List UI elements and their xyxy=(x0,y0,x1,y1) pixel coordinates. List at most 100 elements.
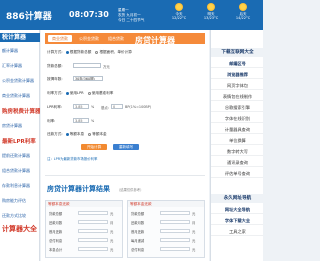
result-unit: 元 xyxy=(110,212,114,216)
calc-mode-row: 计算方式: 根据贷款总额 根据面积、单价计算 xyxy=(47,50,132,55)
loan-total-label: 贷款总额: xyxy=(47,64,63,68)
result-unit: 元 xyxy=(110,239,114,243)
result-label: 首月还款 xyxy=(131,230,145,234)
left-nav-item[interactable]: 商业贷款计算器 xyxy=(0,93,40,99)
right-nav-item[interactable]: 邮编区号 xyxy=(211,59,263,68)
rate-input[interactable]: 3.85 xyxy=(73,118,89,123)
weather-today[interactable]: 今天 12/22°C xyxy=(167,3,191,20)
lpr-note: 注：LPR为最新贷款市场报价利率 xyxy=(47,157,98,161)
loan-total-unit: 万元 xyxy=(103,65,110,69)
result-unit: 元 xyxy=(192,248,196,252)
rate-mode-row: 利率方式: 使用LPR 使用基准利率 xyxy=(47,91,113,96)
right-nav-item[interactable]: 通讯录查询 xyxy=(211,158,263,167)
tab-commercial-loan[interactable]: 商业贷款 xyxy=(48,35,72,42)
left-nav-item[interactable]: 组合贷款计算器 xyxy=(0,168,40,174)
right-nav-item[interactable]: 计量器具查询 xyxy=(211,125,263,134)
radio-by-total-label: 根据贷款总额 xyxy=(69,50,92,54)
weather-temp: 12/22°C xyxy=(171,16,187,20)
left-sidebar: 税计算器 额计算器 汇率计算器 公积金贷款计算器 商业贷款计算器 购房税费计算器… xyxy=(0,30,40,261)
result-value-field xyxy=(160,229,190,233)
reset-button[interactable]: 重新填写 xyxy=(113,144,139,150)
base-point-input[interactable]: 0 xyxy=(111,104,123,109)
right-nav-item[interactable]: 字体在线识别 xyxy=(211,114,263,123)
right-nav-item[interactable]: 单位换算 xyxy=(211,136,263,145)
lpr-label: LPR利率: xyxy=(47,105,63,109)
left-nav-item[interactable]: 公积金贷款计算器 xyxy=(0,78,40,84)
right-nav-item[interactable]: 表情包在线制作 xyxy=(211,92,263,101)
radio-by-total[interactable] xyxy=(65,50,69,54)
right-nav-item[interactable]: 字体下载大全 xyxy=(211,216,263,225)
left-nav-item[interactable]: 汇率计算器 xyxy=(0,63,40,69)
left-nav-item[interactable]: 存款利息计算器 xyxy=(0,183,40,189)
tab-provident-fund-loan[interactable]: 公积金贷款 xyxy=(76,35,102,42)
left-nav-item-highlight[interactable]: 购房税费计算器 xyxy=(0,107,40,115)
left-nav-item[interactable]: 额计算器 xyxy=(0,48,40,54)
right-nav-item[interactable]: 浏览器推荐 xyxy=(211,70,263,79)
right-nav-item[interactable]: 网页字体包 xyxy=(211,81,263,90)
left-nav-title[interactable]: 税计算器 xyxy=(0,33,40,42)
result-unit: 元 xyxy=(192,230,196,234)
loan-term-select[interactable]: 30年(360期) xyxy=(73,76,103,81)
solar-term: 今日 二十四节气 xyxy=(118,18,145,22)
right-sidebar: 下载互联网大全 邮编区号 浏览器推荐 网页字体包 表情包在线制作 谷歌搜索引擎 … xyxy=(210,30,263,261)
date-info: 星期一 农历 九月初一 今日 二十四节气 xyxy=(118,8,144,23)
sun-icon xyxy=(239,3,247,11)
result-label: 还款月数 xyxy=(131,221,145,225)
result-label: 贷款总额 xyxy=(49,212,63,216)
result-label: 还款月数 xyxy=(49,221,63,225)
calculator-titlebar: 商业贷款 公积金贷款 组合贷款 房贷计算器 xyxy=(45,33,205,45)
left-nav-item[interactable]: 购房能力评估 xyxy=(0,198,40,204)
result-equal-principal: 等额本金还款 贷款总额 元 还款月数 月 首月还款 元 每月递减 元 总付利息 … xyxy=(127,200,205,258)
result-value-field xyxy=(160,211,190,215)
right-nav-item[interactable]: 工具之家 xyxy=(211,227,263,236)
result-value-field xyxy=(78,247,108,251)
calculator-panel: 商业贷款 公积金贷款 组合贷款 房贷计算器 计算方式: 根据贷款总额 根据面积、… xyxy=(41,30,209,261)
result-label: 总付利息 xyxy=(131,248,145,252)
loan-total-input[interactable] xyxy=(73,63,101,68)
right-nav-item[interactable]: 谷歌搜索引擎 xyxy=(211,103,263,112)
result-unit: 元 xyxy=(192,212,196,216)
result-title: 房贷计算器计算结果 xyxy=(47,185,110,193)
loan-term-label: 按揭年数: xyxy=(47,77,63,81)
site-logo[interactable]: 886计算器 xyxy=(6,9,52,22)
result-value-field xyxy=(160,220,190,224)
radio-use-base-rate[interactable] xyxy=(87,91,91,95)
result-equal-installment: 等额本息还款 贷款总额 元 还款月数 月 首月还款 元 总付利息 元 本息合计 … xyxy=(45,200,123,258)
rate-unit: % xyxy=(91,119,95,123)
left-nav-all-calculators[interactable]: 计算器大全 xyxy=(0,224,40,234)
result-head: 等额本息还款 xyxy=(46,201,122,207)
result-label: 每月递减 xyxy=(131,239,145,243)
right-nav-item[interactable]: 网址大全导航 xyxy=(211,205,263,214)
lpr-input[interactable]: 3.85 xyxy=(73,104,89,109)
weather-temp: 14/22°C xyxy=(235,16,251,20)
result-head: 等额本金还款 xyxy=(128,201,204,207)
radio-use-lpr[interactable] xyxy=(65,91,69,95)
left-nav-item[interactable]: 房贷计算器 xyxy=(0,123,40,129)
result-subtitle: （结果仅供参考） xyxy=(117,188,144,192)
right-nav-item[interactable]: 数字转大写 xyxy=(211,147,263,156)
left-nav-item[interactable]: 还款方式比较 xyxy=(0,213,40,219)
result-label: 总付利息 xyxy=(49,239,63,243)
right-nav-item[interactable]: 评估单号查询 xyxy=(211,169,263,178)
calculate-button[interactable]: 开始计算 xyxy=(81,144,107,150)
result-value-field xyxy=(160,238,190,242)
rate-mode-label: 利率方式: xyxy=(47,91,63,95)
result-value-field xyxy=(78,211,108,215)
left-nav-item[interactable]: 提前还款计算器 xyxy=(0,153,40,159)
result-value-field xyxy=(78,220,108,224)
result-value-field xyxy=(160,247,190,251)
sun-icon xyxy=(207,3,215,11)
radio-equal-installment[interactable] xyxy=(65,132,69,136)
radio-equal-principal[interactable] xyxy=(88,132,92,136)
result-value-field xyxy=(78,238,108,242)
repay-mode-row: 还款方式: 等额本息 等额本金 xyxy=(47,132,107,137)
result-unit: 月 xyxy=(192,221,196,225)
radio-equal-installment-label: 等额本息 xyxy=(69,132,85,136)
right-section-download[interactable]: 下载互联网大全 xyxy=(211,48,263,57)
right-section-nav[interactable]: 永久网址导航 xyxy=(211,194,263,203)
weather-day-after[interactable]: 后天 14/22°C xyxy=(231,3,255,20)
lpr-unit: % xyxy=(91,105,95,109)
left-nav-item-lpr[interactable]: 最新LPR利率 xyxy=(0,137,40,145)
tab-combined-loan[interactable]: 组合贷款 xyxy=(105,35,127,42)
weather-tomorrow[interactable]: 明天 13/23°C xyxy=(199,3,223,20)
